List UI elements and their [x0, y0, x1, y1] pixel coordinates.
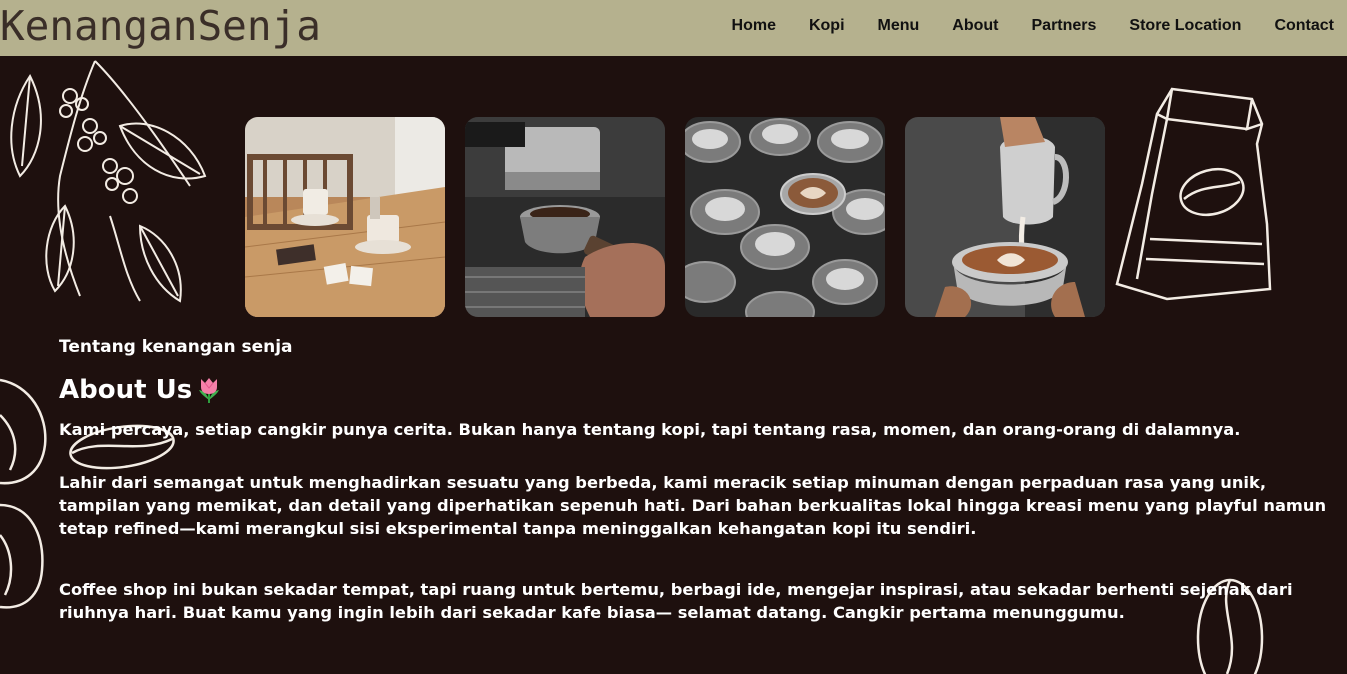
latte-art-pour-photo — [905, 117, 1105, 317]
navbar: KenanganSenja Home Kopi Menu About Partn… — [0, 0, 1347, 56]
coffee-bag-sketch-icon — [1115, 87, 1272, 301]
nav-kopi-link[interactable]: Kopi — [809, 17, 845, 35]
about-heading: About Us — [59, 373, 1339, 407]
nav-store-location-link[interactable]: Store Location — [1129, 17, 1241, 35]
nav-menu: Home Kopi Menu About Partners Store Loca… — [699, 0, 1334, 52]
nav-home-link[interactable]: Home — [732, 17, 776, 35]
nav-contact-link[interactable]: Contact — [1274, 17, 1334, 35]
about-heading-text: About Us — [59, 375, 193, 405]
coffee-branch-sketch-icon — [10, 60, 207, 303]
nav-menu-link[interactable]: Menu — [878, 17, 920, 35]
cafe-table-photo — [245, 117, 445, 317]
coffee-cups-photo — [685, 117, 885, 317]
about-paragraph-2: Lahir dari semangat untuk menghadirkan s… — [59, 473, 1327, 538]
about-paragraph-1: Kami percaya, setiap cangkir punya cerit… — [59, 420, 1241, 439]
about-paragraph-3: Coffee shop ini bukan sekadar tempat, ta… — [59, 580, 1293, 622]
brand-logo[interactable]: KenanganSenja — [0, 3, 321, 49]
about-subtitle: Tentang kenangan senja — [59, 337, 293, 357]
nav-partners-link[interactable]: Partners — [1032, 17, 1097, 35]
espresso-machine-photo — [465, 117, 665, 317]
nav-about-link[interactable]: About — [952, 17, 998, 35]
photo-gallery — [245, 117, 1105, 317]
about-section: Tentang kenangan senja About Us Kami per… — [59, 335, 1339, 624]
tulip-icon — [199, 378, 220, 403]
